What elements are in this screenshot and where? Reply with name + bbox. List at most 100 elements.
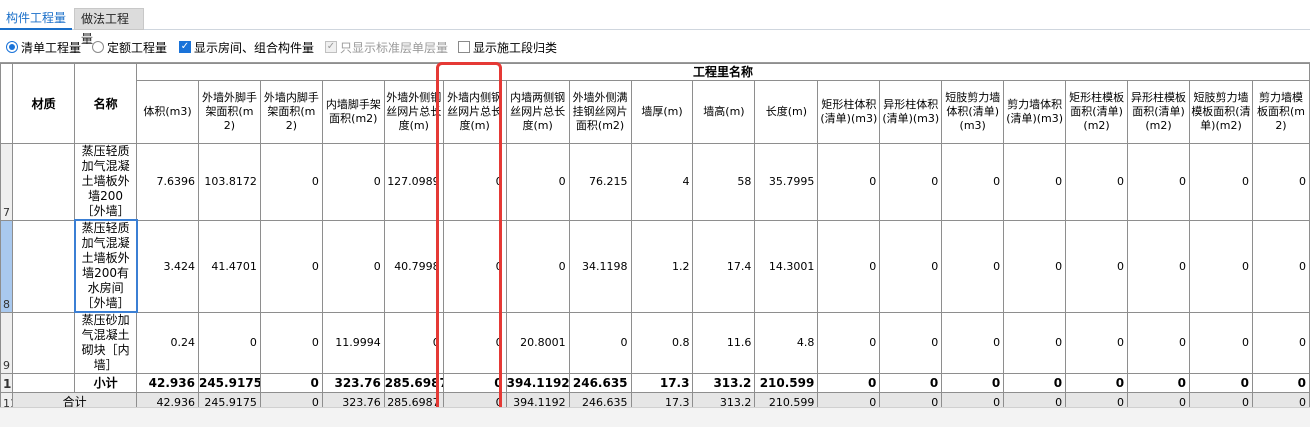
row-number[interactable]: 9 (0, 311, 14, 374)
value-cell[interactable]: 0 (1127, 143, 1190, 221)
row-number[interactable]: 8 (0, 219, 14, 313)
row-number[interactable]: 10 (0, 373, 14, 393)
value-cell[interactable]: 0 (321, 219, 385, 313)
value-cell[interactable]: 0 (568, 311, 632, 374)
value-cell[interactable]: 11.9994 (321, 311, 385, 374)
show-room-combo-checkbox[interactable]: ✓ 显示房间、组合构件量 (179, 39, 314, 55)
value-cell[interactable]: 0 (1065, 219, 1129, 313)
checkbox-empty-icon[interactable] (458, 41, 470, 53)
name-cell[interactable]: 蒸压轻质加气混凝土墙板外墙200有水房间［外墙］ (73, 219, 138, 313)
value-cell[interactable]: 0 (505, 219, 570, 313)
value-cell[interactable]: 103.8172 (197, 143, 261, 221)
value-cell[interactable]: 42.936 (136, 373, 199, 393)
material-cell[interactable] (12, 311, 76, 374)
column-header[interactable]: 墙厚(m) (630, 80, 694, 144)
value-cell[interactable]: 35.7995 (754, 143, 819, 221)
value-cell[interactable]: 0 (879, 143, 943, 221)
value-cell[interactable]: 0 (1188, 311, 1253, 374)
value-cell[interactable]: 0 (259, 143, 323, 221)
value-cell[interactable]: 0 (259, 311, 323, 374)
value-cell[interactable]: 246.635 (568, 373, 632, 393)
value-cell[interactable]: 285.6987 (383, 373, 444, 393)
value-cell[interactable]: 0.8 (630, 311, 694, 374)
value-cell[interactable]: 41.4701 (197, 219, 261, 313)
column-header[interactable]: 体积(m3) (136, 80, 199, 144)
value-cell[interactable]: 0 (505, 143, 570, 221)
column-header[interactable]: 剪力墙体积(清单)(m3) (1003, 80, 1067, 144)
column-header[interactable]: 矩形柱模板面积(清单)(m2) (1065, 80, 1129, 144)
value-cell[interactable]: 0 (383, 311, 444, 374)
column-header[interactable]: 矩形柱体积(清单)(m3) (817, 80, 881, 144)
tab-method-quantity[interactable]: 做法工程量 (74, 8, 144, 46)
column-header[interactable]: 墙高(m) (692, 80, 756, 144)
value-cell[interactable]: 1.2 (630, 219, 694, 313)
value-cell[interactable]: 0 (1251, 311, 1310, 374)
value-cell[interactable]: 40.7998 (383, 219, 444, 313)
column-header[interactable]: 外墙内脚手架面积(m2) (259, 80, 323, 144)
value-cell[interactable]: 127.0989 (383, 143, 444, 221)
value-cell[interactable]: 0 (817, 311, 881, 374)
table-row[interactable]: 8 蒸压轻质加气混凝土墙板外墙200有水房间［外墙］ 3.424 41.4701… (0, 219, 1310, 313)
column-header[interactable]: 异形柱模板面积(清单)(m2) (1127, 80, 1190, 144)
value-cell[interactable]: 0 (1251, 219, 1310, 313)
horizontal-scrollbar[interactable] (0, 407, 1310, 427)
value-cell[interactable]: 0 (442, 143, 507, 221)
value-cell[interactable]: 0 (321, 143, 385, 221)
value-cell[interactable]: 0 (817, 373, 881, 393)
subtotal-row[interactable]: 10 小计 42.936 245.9175 0 323.76 285.6987 … (0, 373, 1310, 393)
value-cell[interactable]: 0 (197, 311, 261, 374)
radio-empty-icon[interactable] (92, 41, 104, 53)
material-cell[interactable] (12, 373, 76, 393)
checkmark-icon[interactable]: ✓ (179, 41, 191, 53)
value-cell[interactable]: 14.3001 (754, 219, 819, 313)
value-cell[interactable]: 210.599 (754, 373, 819, 393)
subtotal-label[interactable]: 小计 (74, 373, 138, 393)
value-cell[interactable]: 17.4 (692, 219, 756, 313)
value-cell[interactable]: 0 (1065, 311, 1129, 374)
value-cell[interactable]: 0 (442, 311, 507, 374)
quota-quantity-radio[interactable]: 定额工程量 (92, 39, 167, 55)
column-header[interactable]: 外墙外脚手架面积(m2) (197, 80, 261, 144)
value-cell[interactable]: 0 (1065, 143, 1129, 221)
column-header[interactable]: 内墙脚手架面积(m2) (321, 80, 385, 144)
value-cell[interactable]: 58 (692, 143, 756, 221)
table-row[interactable]: 7 蒸压轻质加气混凝土墙板外墙200［外墙］ 7.6396 103.8172 0… (0, 143, 1310, 221)
column-header[interactable]: 外墙外侧满挂钢丝网片面积(m2) (568, 80, 632, 144)
material-cell[interactable] (12, 143, 76, 221)
value-cell[interactable]: 0 (817, 143, 881, 221)
value-cell[interactable]: 0 (879, 373, 943, 393)
value-cell[interactable]: 0 (1251, 143, 1310, 221)
value-cell[interactable]: 3.424 (136, 219, 199, 313)
name-cell[interactable]: 蒸压轻质加气混凝土墙板外墙200［外墙］ (74, 143, 138, 221)
value-cell[interactable]: 0 (1003, 143, 1067, 221)
value-cell[interactable]: 313.2 (692, 373, 756, 393)
value-cell[interactable]: 0.24 (136, 311, 199, 374)
value-cell[interactable]: 0 (879, 219, 943, 313)
value-cell[interactable]: 4 (630, 143, 694, 221)
table-row[interactable]: 9 蒸压砂加气混凝土砌块［内墙］ 0.24 0 0 11.9994 0 0 20… (0, 311, 1310, 374)
material-cell[interactable] (12, 219, 76, 313)
value-cell[interactable]: 76.215 (568, 143, 632, 221)
bill-quantity-radio[interactable]: 清单工程量 (6, 39, 81, 55)
value-cell[interactable]: 0 (1003, 219, 1067, 313)
value-cell[interactable]: 0 (442, 373, 507, 393)
column-header[interactable]: 内墙两侧钢丝网片总长度(m) (505, 80, 570, 144)
value-cell[interactable]: 4.8 (754, 311, 819, 374)
value-cell[interactable]: 0 (259, 373, 323, 393)
value-cell[interactable]: 0 (1251, 373, 1310, 393)
value-cell[interactable]: 7.6396 (136, 143, 199, 221)
column-header[interactable]: 外墙外侧钢丝网片总长度(m) (383, 80, 444, 144)
name-cell[interactable]: 蒸压砂加气混凝土砌块［内墙］ (74, 311, 138, 374)
value-cell[interactable]: 0 (259, 219, 323, 313)
column-header[interactable]: 异形柱体积(清单)(m3) (879, 80, 943, 144)
row-number[interactable]: 7 (0, 143, 14, 221)
value-cell[interactable]: 0 (1127, 219, 1190, 313)
column-header[interactable]: 外墙内侧钢丝网片总长度(m) (442, 80, 507, 144)
column-header[interactable]: 短肢剪力墙模板面积(清单)(m2) (1188, 80, 1253, 144)
value-cell[interactable]: 17.3 (630, 373, 694, 393)
value-cell[interactable]: 20.8001 (505, 311, 570, 374)
value-cell[interactable]: 0 (1003, 373, 1067, 393)
value-cell[interactable]: 0 (941, 373, 1005, 393)
material-header[interactable]: 材质 (12, 63, 76, 144)
name-header[interactable]: 名称 (74, 63, 138, 144)
